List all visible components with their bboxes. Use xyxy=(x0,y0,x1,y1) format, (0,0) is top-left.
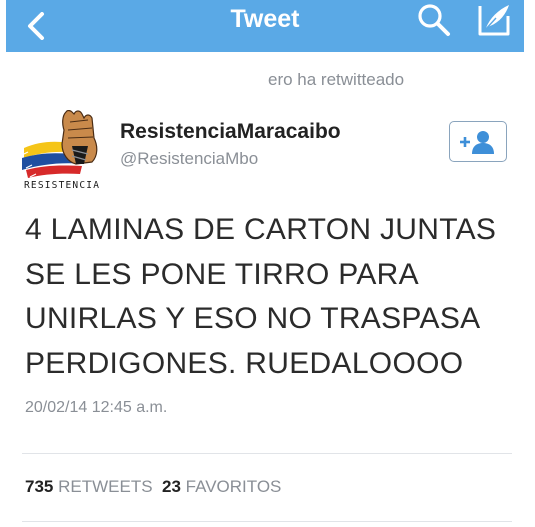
author-display-name[interactable]: ResistenciaMaracaibo xyxy=(120,120,341,144)
search-button[interactable] xyxy=(414,2,454,38)
tweet-stats: 735 RETWEETS 23 FAVORITOS xyxy=(25,477,281,497)
retweets-stat[interactable]: 735 RETWEETS xyxy=(25,477,153,496)
retweets-count: 735 xyxy=(25,477,54,496)
tweet-text: 4 LAMINAS DE CARTON JUNTAS SE LES PONE T… xyxy=(25,213,497,380)
divider xyxy=(22,521,512,522)
compose-icon xyxy=(478,5,510,36)
tweet-detail-screen: Tweet ero ha retwitteado RESISTENCIA Res… xyxy=(0,0,535,527)
navigation-bar: Tweet xyxy=(6,0,524,52)
compose-button[interactable] xyxy=(474,2,514,38)
avatar-caption: RESISTENCIA xyxy=(24,180,100,190)
divider xyxy=(22,453,512,454)
author-handle[interactable]: @ResistenciaMbo xyxy=(120,149,258,169)
search-icon xyxy=(418,4,450,36)
tweet-timestamp: 20/02/14 12:45 a.m. xyxy=(25,399,168,416)
retweets-label: RETWEETS xyxy=(58,477,153,496)
avatar[interactable]: RESISTENCIA xyxy=(22,109,106,191)
favorites-label: FAVORITOS xyxy=(185,477,282,496)
resistance-logo-avatar: RESISTENCIA xyxy=(22,109,100,191)
favorites-count: 23 xyxy=(162,477,181,496)
add-person-icon xyxy=(460,130,494,154)
favorites-stat[interactable]: 23 FAVORITOS xyxy=(162,477,281,496)
follow-button[interactable] xyxy=(449,121,507,162)
retweet-notice: ero ha retwitteado xyxy=(268,70,405,89)
